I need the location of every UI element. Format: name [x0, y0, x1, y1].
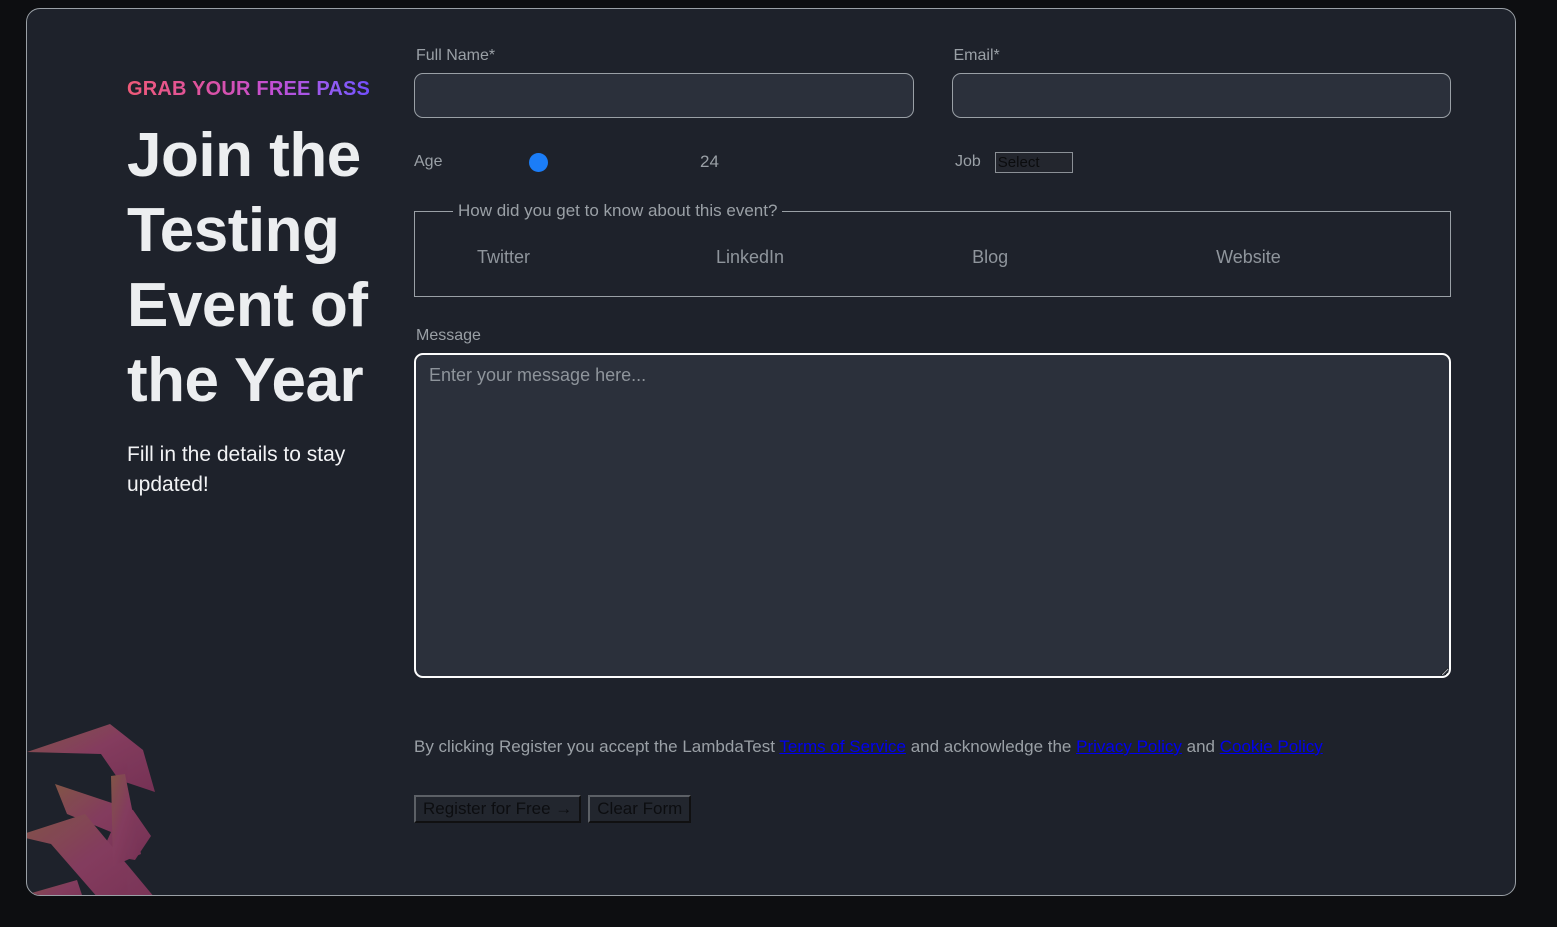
full-name-label: Full Name*	[416, 47, 914, 65]
source-option-linkedin[interactable]: LinkedIn	[716, 247, 784, 268]
age-job-row: Age 24 Job Select	[414, 145, 1451, 179]
source-option-website[interactable]: Website	[1216, 247, 1281, 268]
message-textarea[interactable]	[414, 353, 1451, 678]
source-label-blog: Blog	[972, 247, 1008, 268]
email-label: Email*	[954, 47, 1452, 65]
age-slider-wrap	[500, 152, 640, 172]
job-label: Job	[955, 153, 981, 171]
source-label-linkedin: LinkedIn	[716, 247, 784, 268]
message-label: Message	[416, 327, 1451, 345]
clear-form-button[interactable]: Clear Form	[588, 795, 691, 823]
age-value: 24	[700, 152, 790, 172]
registration-form: Full Name* Email* Age 24 Job	[414, 47, 1451, 823]
full-name-input[interactable]	[414, 73, 914, 118]
source-label-website: Website	[1216, 247, 1281, 268]
source-fieldset: How did you get to know about this event…	[414, 201, 1451, 297]
email-input[interactable]	[952, 73, 1452, 118]
legal-disclaimer: By clicking Register you accept the Lamb…	[414, 735, 1451, 759]
register-button[interactable]: Register for Free →	[414, 795, 581, 823]
source-options: Twitter LinkedIn Blog Website	[425, 237, 1440, 274]
message-field-group: Message	[414, 327, 1451, 683]
source-option-twitter[interactable]: Twitter	[477, 247, 530, 268]
source-label-twitter: Twitter	[477, 247, 530, 268]
terms-of-service-link[interactable]: Terms of Service	[779, 737, 906, 756]
age-label: Age	[414, 153, 500, 171]
age-slider[interactable]	[500, 153, 640, 171]
privacy-policy-link[interactable]: Privacy Policy	[1076, 737, 1182, 756]
legal-conjunction: and	[1182, 737, 1220, 756]
name-email-row: Full Name* Email*	[414, 47, 1451, 118]
form-actions: Register for Free → Clear Form	[414, 795, 1451, 823]
cookie-policy-link[interactable]: Cookie Policy	[1220, 737, 1323, 756]
job-select[interactable]: Select	[995, 152, 1073, 173]
source-option-blog[interactable]: Blog	[972, 247, 1008, 268]
source-legend: How did you get to know about this event…	[453, 201, 782, 221]
page-title: Join the Testing Event of the Year	[127, 118, 377, 418]
email-field-group: Email*	[952, 47, 1452, 118]
full-name-field-group: Full Name*	[414, 47, 914, 118]
legal-prefix: By clicking Register you accept the Lamb…	[414, 737, 779, 756]
hero-subtitle: Fill in the details to stay updated!	[127, 440, 377, 500]
registration-card: GRAB YOUR FREE PASS Join the Testing Eve…	[26, 8, 1516, 896]
page-root: GRAB YOUR FREE PASS Join the Testing Eve…	[0, 0, 1557, 927]
hero-eyebrow: GRAB YOUR FREE PASS	[127, 75, 377, 104]
hero-panel: GRAB YOUR FREE PASS Join the Testing Eve…	[127, 75, 377, 500]
legal-middle: and acknowledge the	[906, 737, 1076, 756]
